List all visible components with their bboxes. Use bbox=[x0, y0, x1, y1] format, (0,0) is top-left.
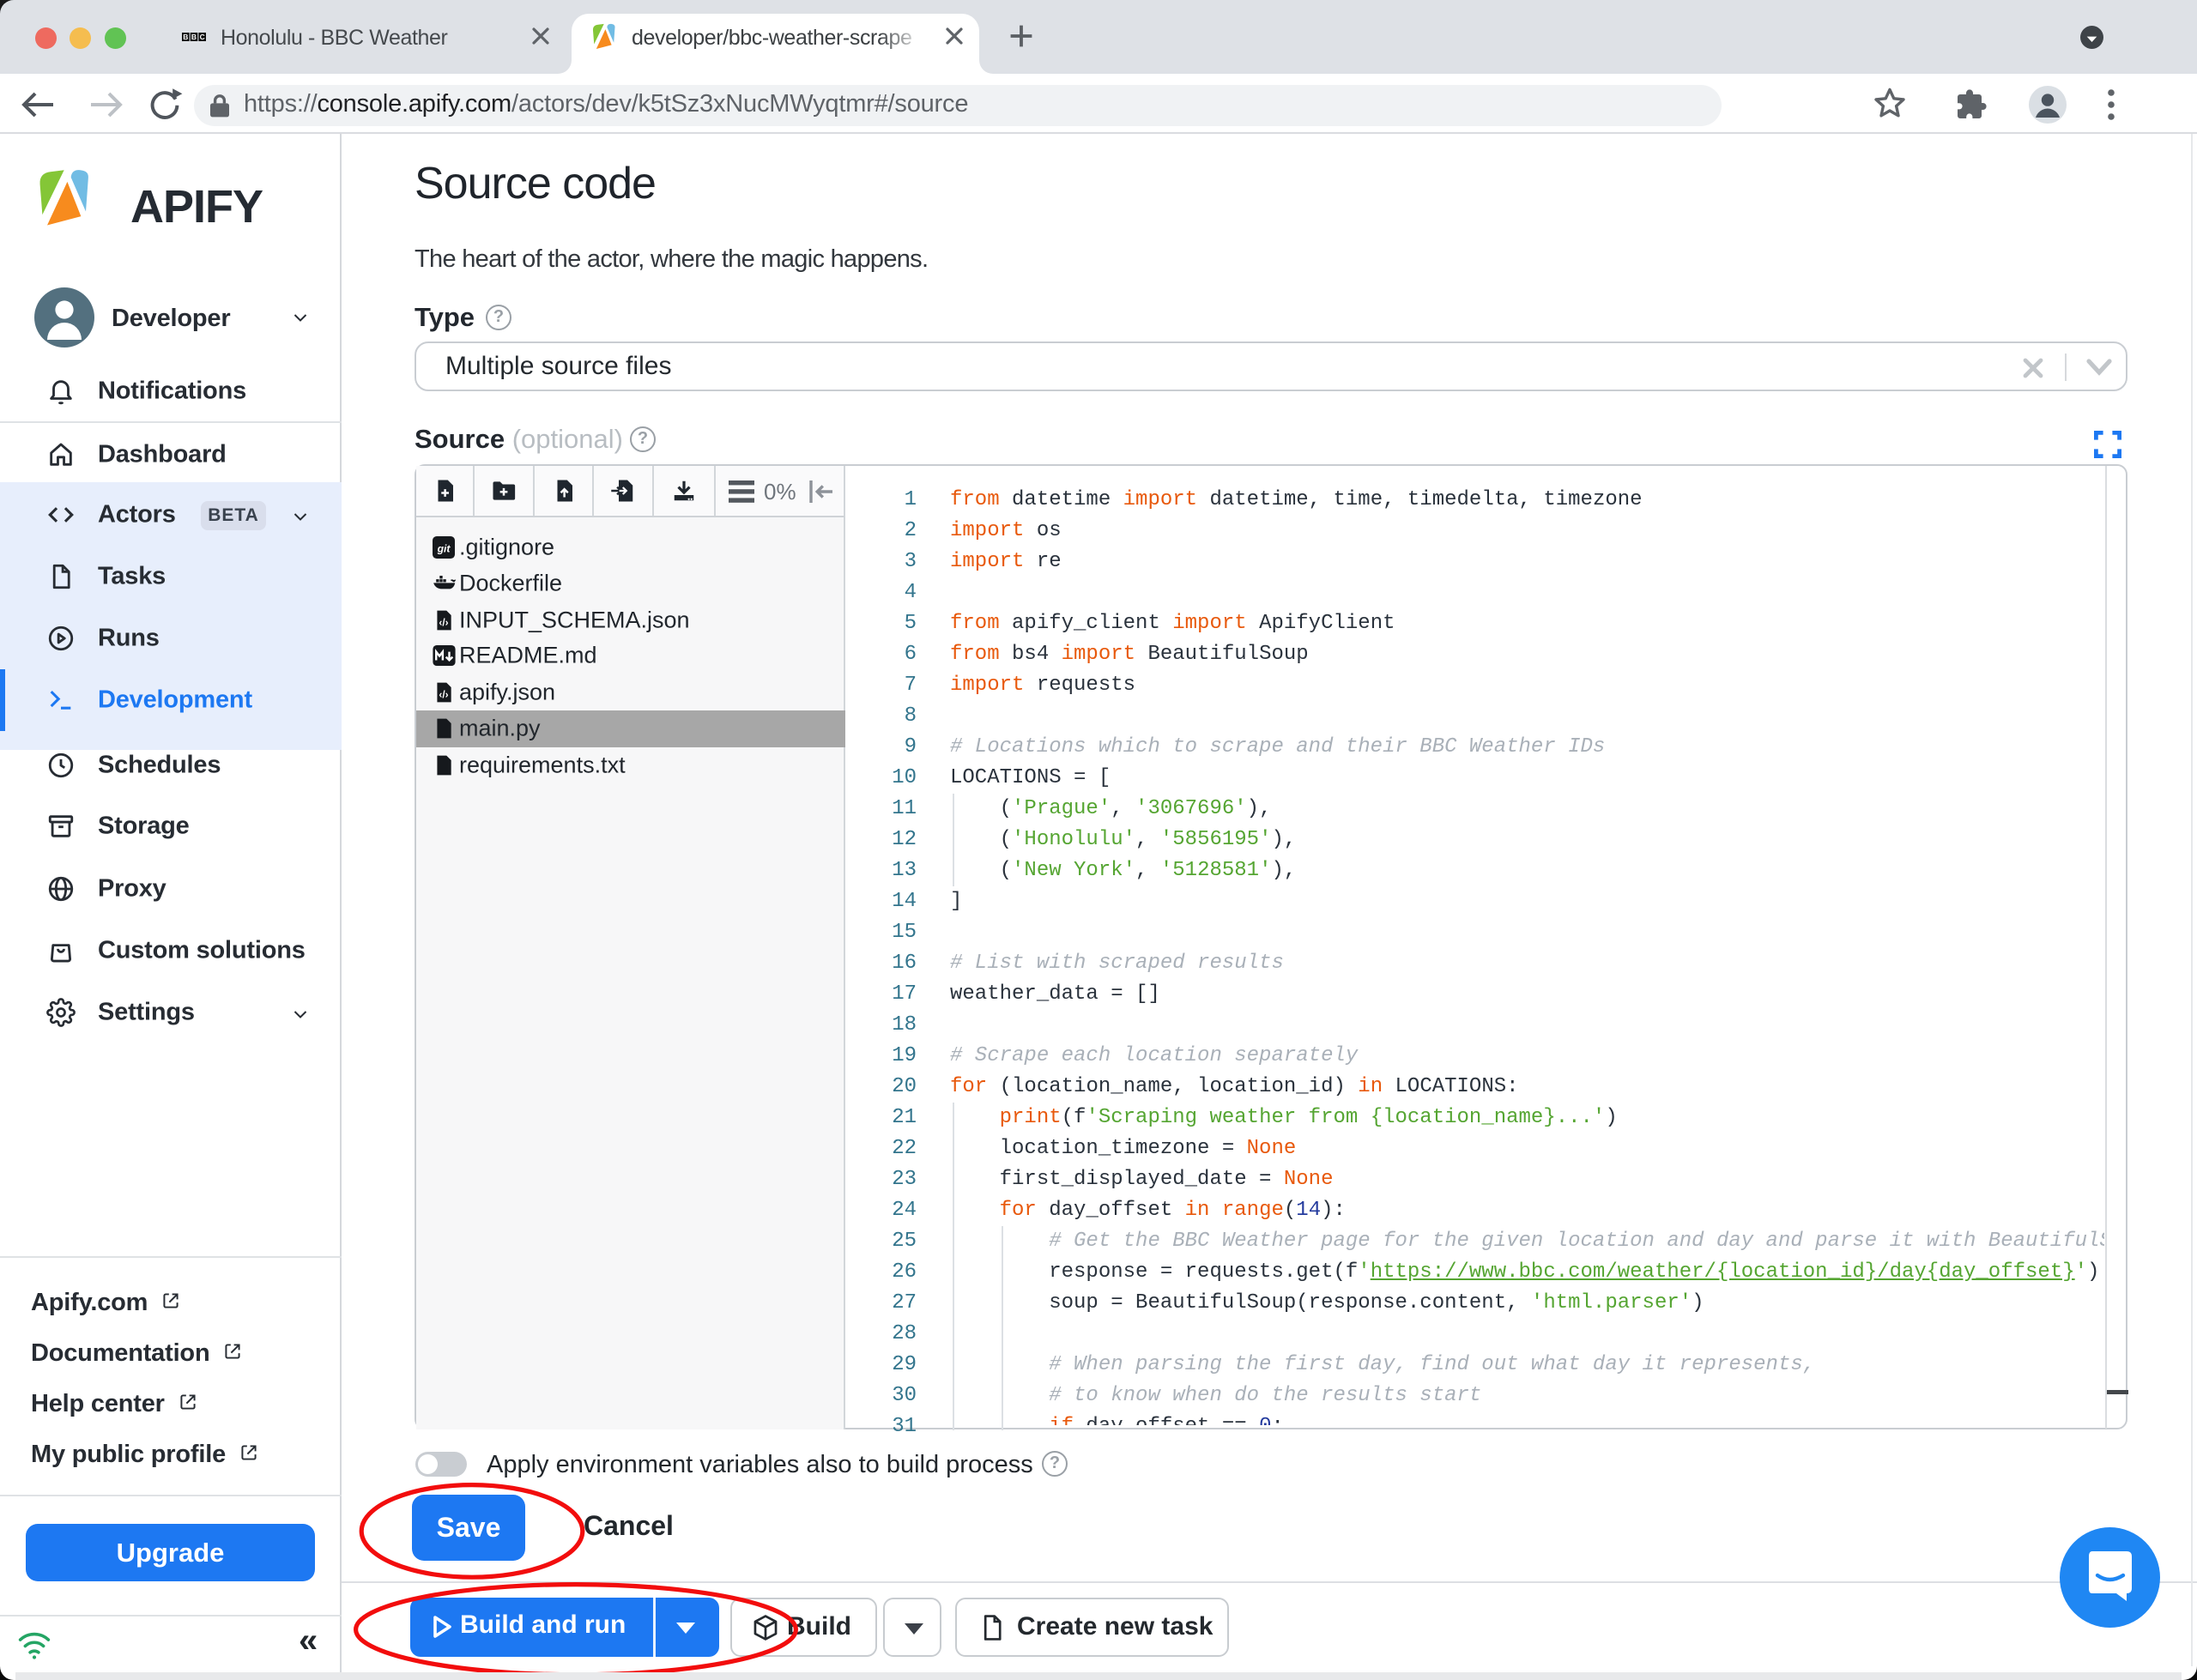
svg-text:git: git bbox=[437, 543, 451, 555]
svg-text:‹/›: ‹/› bbox=[439, 689, 448, 701]
svg-text:B: B bbox=[183, 33, 188, 41]
svg-text:‹/›: ‹/› bbox=[439, 617, 448, 629]
svg-text:C: C bbox=[200, 33, 205, 41]
svg-text:B: B bbox=[191, 33, 197, 41]
